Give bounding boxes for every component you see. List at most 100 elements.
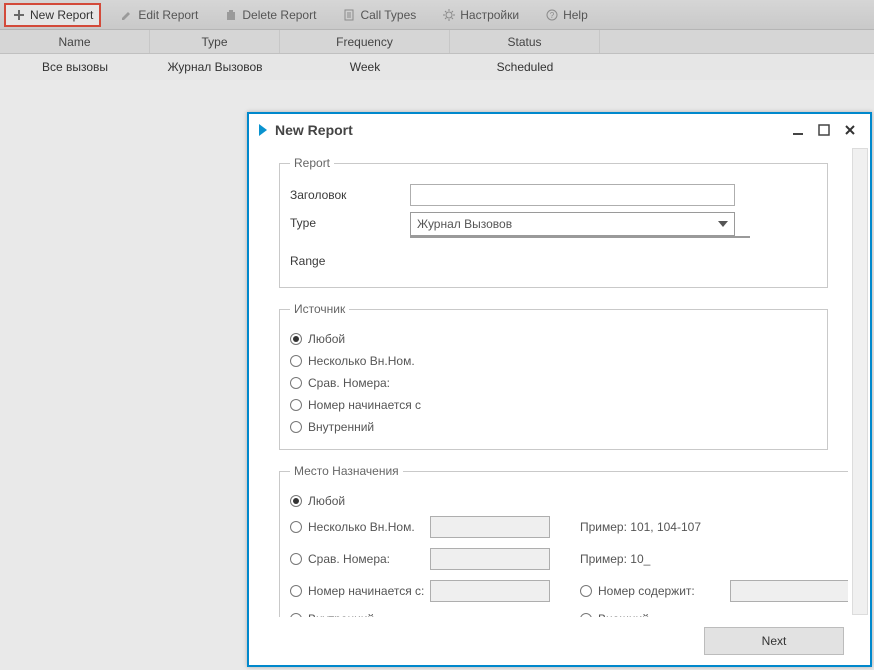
destination-legend: Место Назначения [290, 464, 403, 478]
dest-multi-hint: Пример: 101, 104-107 [580, 520, 730, 534]
col-status[interactable]: Status [450, 30, 600, 53]
dest-external-radio[interactable]: Внешний [580, 612, 730, 617]
dest-multi-radio[interactable]: Несколько Вн.Ном. [290, 520, 430, 534]
next-button[interactable]: Next [704, 627, 844, 655]
dest-contains-radio[interactable]: Номер содержит: [580, 584, 730, 598]
plus-icon [12, 8, 26, 22]
close-button[interactable] [840, 120, 860, 140]
title-label: Заголовок [290, 188, 410, 202]
source-internal-label: Внутренний [308, 420, 374, 434]
col-name[interactable]: Name [0, 30, 150, 53]
radio-icon [290, 613, 302, 617]
range-label: Range [290, 254, 410, 268]
next-label: Next [762, 634, 787, 648]
radio-icon [290, 553, 302, 565]
dest-any-label: Любой [308, 494, 345, 508]
source-fieldset: Источник Любой Несколько Вн.Ном. Срав. Н… [279, 302, 828, 450]
source-ref-radio[interactable]: Срав. Номера: [290, 376, 817, 390]
dest-multi-input[interactable] [430, 516, 550, 538]
dest-contains-label: Номер содержит: [598, 584, 695, 598]
toolbar: New Report Edit Report Delete Report Cal… [0, 0, 874, 30]
new-report-button[interactable]: New Report [4, 3, 101, 27]
call-types-button[interactable]: Call Types [335, 3, 423, 27]
radio-icon [580, 613, 592, 617]
help-icon: ? [545, 8, 559, 22]
radio-icon [290, 421, 302, 433]
chevron-down-icon [718, 221, 728, 227]
cell-status: Scheduled [450, 54, 600, 80]
table-row[interactable]: Все вызовы Журнал Вызовов Week Scheduled [0, 54, 874, 80]
dest-multi-label: Несколько Вн.Ном. [308, 520, 415, 534]
cell-freq: Week [280, 54, 450, 80]
radio-icon [290, 355, 302, 367]
dialog-scrollbar[interactable] [852, 148, 868, 615]
new-report-dialog: New Report Report Заголовок Type [247, 112, 872, 667]
dest-external-label: Внешний [598, 612, 649, 617]
scroll-up-icon[interactable]: ▲ [735, 237, 749, 238]
source-starts-radio[interactable]: Номер начинается с [290, 398, 817, 412]
source-starts-label: Номер начинается с [308, 398, 421, 412]
radio-icon [290, 585, 302, 597]
cell-type: Журнал Вызовов [150, 54, 280, 80]
maximize-button[interactable] [814, 120, 834, 140]
type-combo-value: Журнал Вызовов [417, 217, 718, 231]
dest-starts-input[interactable] [430, 580, 550, 602]
grid-header: Name Type Frequency Status [0, 30, 874, 54]
source-multi-radio[interactable]: Несколько Вн.Ном. [290, 354, 817, 368]
document-icon [342, 8, 356, 22]
delete-report-button[interactable]: Delete Report [217, 3, 323, 27]
call-types-label: Call Types [360, 8, 416, 22]
minimize-button[interactable] [788, 120, 808, 140]
type-combo-box[interactable]: Журнал Вызовов [410, 212, 735, 236]
type-combo[interactable]: Журнал Вызовов Журнал ВызововСтатистика … [410, 212, 735, 236]
cell-name: Все вызовы [0, 54, 150, 80]
source-multi-label: Несколько Вн.Ном. [308, 354, 415, 368]
dest-internal-radio[interactable]: Внутренний [290, 612, 430, 617]
col-type[interactable]: Type [150, 30, 280, 53]
report-fieldset: Report Заголовок Type Журнал Вызовов Жур… [279, 156, 828, 288]
dialog-title: New Report [275, 122, 353, 138]
triangle-icon [259, 124, 267, 136]
trash-icon [224, 8, 238, 22]
source-any-label: Любой [308, 332, 345, 346]
col-frequency[interactable]: Frequency [280, 30, 450, 53]
radio-icon [580, 585, 592, 597]
type-label: Type [290, 212, 410, 230]
dest-ref-hint: Пример: 10_ [580, 552, 730, 566]
svg-text:?: ? [550, 11, 555, 20]
dest-contains-input[interactable] [730, 580, 848, 602]
dest-ref-radio[interactable]: Срав. Номера: [290, 552, 430, 566]
dest-starts-label: Номер начинается с: [308, 584, 424, 598]
dest-any-radio[interactable]: Любой [290, 494, 848, 508]
source-any-radio[interactable]: Любой [290, 332, 817, 346]
radio-icon [290, 521, 302, 533]
dialog-footer: Next [249, 617, 870, 665]
pencil-icon [120, 8, 134, 22]
dest-starts-radio[interactable]: Номер начинается с: [290, 584, 430, 598]
destination-fieldset: Место Назначения Любой Несколько Вн.Ном.… [279, 464, 848, 617]
delete-report-label: Delete Report [242, 8, 316, 22]
report-legend: Report [290, 156, 334, 170]
source-ref-label: Срав. Номера: [308, 376, 390, 390]
scroll-down-icon[interactable]: ▼ [735, 236, 749, 237]
source-internal-radio[interactable]: Внутренний [290, 420, 817, 434]
gear-icon [442, 8, 456, 22]
radio-icon [290, 333, 302, 345]
source-legend: Источник [290, 302, 349, 316]
edit-report-button[interactable]: Edit Report [113, 3, 205, 27]
settings-label: Настройки [460, 8, 519, 22]
radio-icon [290, 399, 302, 411]
help-label: Help [563, 8, 588, 22]
dialog-titlebar[interactable]: New Report [249, 114, 870, 146]
dest-ref-label: Срав. Номера: [308, 552, 390, 566]
type-dropdown-list: Журнал ВызововСтатистика Внутренних Номе… [410, 236, 750, 238]
help-button[interactable]: ? Help [538, 3, 595, 27]
dest-ref-input[interactable] [430, 548, 550, 570]
radio-icon [290, 377, 302, 389]
settings-button[interactable]: Настройки [435, 3, 526, 27]
title-input[interactable] [410, 184, 735, 206]
dest-internal-label: Внутренний [308, 612, 374, 617]
edit-report-label: Edit Report [138, 8, 198, 22]
radio-icon [290, 495, 302, 507]
new-report-label: New Report [30, 8, 93, 22]
